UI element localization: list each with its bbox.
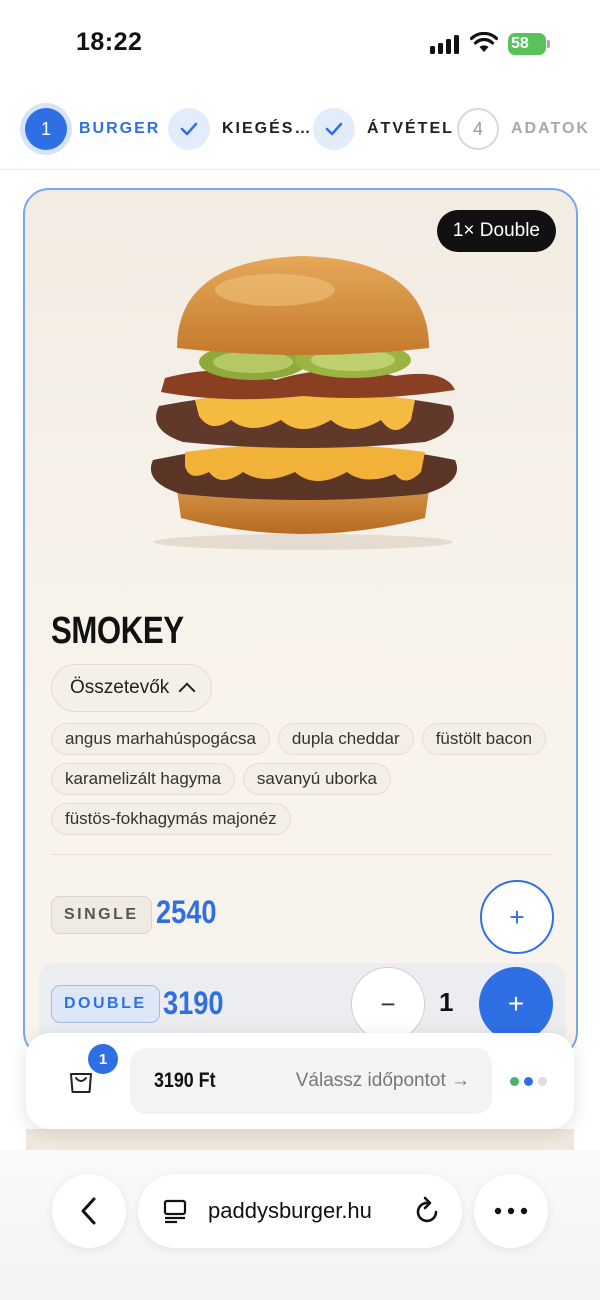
step-number: 1	[25, 108, 67, 150]
check-icon	[168, 108, 210, 150]
decrease-quantity-button[interactable]: −	[351, 967, 425, 1041]
reload-icon[interactable]	[414, 1196, 442, 1226]
checkout-stepper: 1 BURGER KIEGÉS… ÁTVÉTEL 4 ADATOK	[0, 98, 600, 170]
ingredient-chip: füstös-fokhagymás majonéz	[51, 803, 291, 835]
progress-dots	[510, 1077, 547, 1086]
check-icon	[313, 108, 355, 150]
battery-level: 58	[511, 35, 529, 52]
browser-toolbar: paddysburger.hu	[0, 1150, 600, 1300]
chevron-up-icon	[178, 682, 196, 700]
size-price: 3190	[163, 985, 224, 1021]
next-card-peek	[26, 1129, 574, 1151]
ingredient-chip: dupla cheddar	[277, 723, 414, 755]
size-label: SINGLE	[51, 896, 152, 934]
choose-time-label: Válassz időpontot →	[295, 1070, 470, 1091]
step-label: KIEGÉS…	[222, 120, 313, 137]
product-name: SMOKEY	[51, 610, 184, 652]
address-bar[interactable]: paddysburger.hu	[138, 1174, 462, 1248]
status-bar: 18:22 58	[0, 0, 600, 90]
back-icon	[81, 1197, 96, 1225]
increase-quantity-button[interactable]: +	[479, 967, 553, 1041]
step-extras[interactable]: KIEGÉS…	[168, 108, 312, 150]
add-single-button[interactable]: +	[480, 880, 554, 954]
product-card[interactable]: 1× Double SMOKEY Összetevők angus marhah…	[23, 188, 578, 1058]
ingredient-chip: angus marhahúspogácsa	[51, 723, 270, 755]
checkout-button[interactable]: 3190 Ft Válassz időpontot →	[130, 1048, 492, 1114]
ingredient-chip: karamelizált hagyma	[51, 763, 235, 795]
step-label: BURGER	[79, 120, 161, 137]
cart-bar: 1 3190 Ft Válassz időpontot →	[26, 1033, 574, 1129]
battery-icon: 58	[508, 33, 550, 55]
plus-icon: +	[507, 988, 525, 1019]
step-pickup[interactable]: ÁTVÉTEL	[313, 108, 454, 150]
step-details[interactable]: 4 ADATOK	[457, 108, 590, 150]
url-text: paddysburger.hu	[208, 1198, 372, 1223]
divider	[51, 854, 553, 855]
minus-icon: −	[380, 988, 396, 1019]
clock: 18:22	[76, 28, 143, 56]
back-button[interactable]	[52, 1174, 126, 1248]
size-label: DOUBLE	[51, 985, 160, 1023]
wifi-icon	[470, 32, 498, 52]
cart-total: 3190 Ft	[154, 1069, 216, 1092]
burger-image	[150, 256, 457, 550]
step-number: 4	[457, 108, 499, 150]
more-button[interactable]	[474, 1174, 548, 1248]
step-burger[interactable]: 1 BURGER	[25, 108, 160, 150]
size-option-single[interactable]: SINGLE 2540 +	[25, 880, 576, 960]
size-price: 2540	[156, 894, 217, 930]
ingredients-toggle[interactable]: Összetevők	[51, 664, 213, 712]
step-label: ÁTVÉTEL	[367, 120, 454, 137]
step-label: ADATOK	[511, 120, 590, 137]
quantity-value: 1	[439, 987, 454, 1017]
more-icon	[494, 1207, 528, 1215]
ingredients-toggle-label: Összetevők	[70, 677, 170, 698]
ingredient-chip: savanyú uborka	[242, 763, 391, 795]
cart-count-badge: 1	[88, 1044, 118, 1074]
reader-icon	[163, 1199, 187, 1224]
ingredient-chip: füstölt bacon	[421, 723, 547, 755]
cart-quantity-badge: 1× Double	[436, 210, 556, 252]
ingredient-list: angus marhahúspogácsa dupla cheddar füst…	[51, 723, 561, 835]
plus-icon: +	[509, 901, 525, 932]
signal-icon	[430, 34, 459, 54]
